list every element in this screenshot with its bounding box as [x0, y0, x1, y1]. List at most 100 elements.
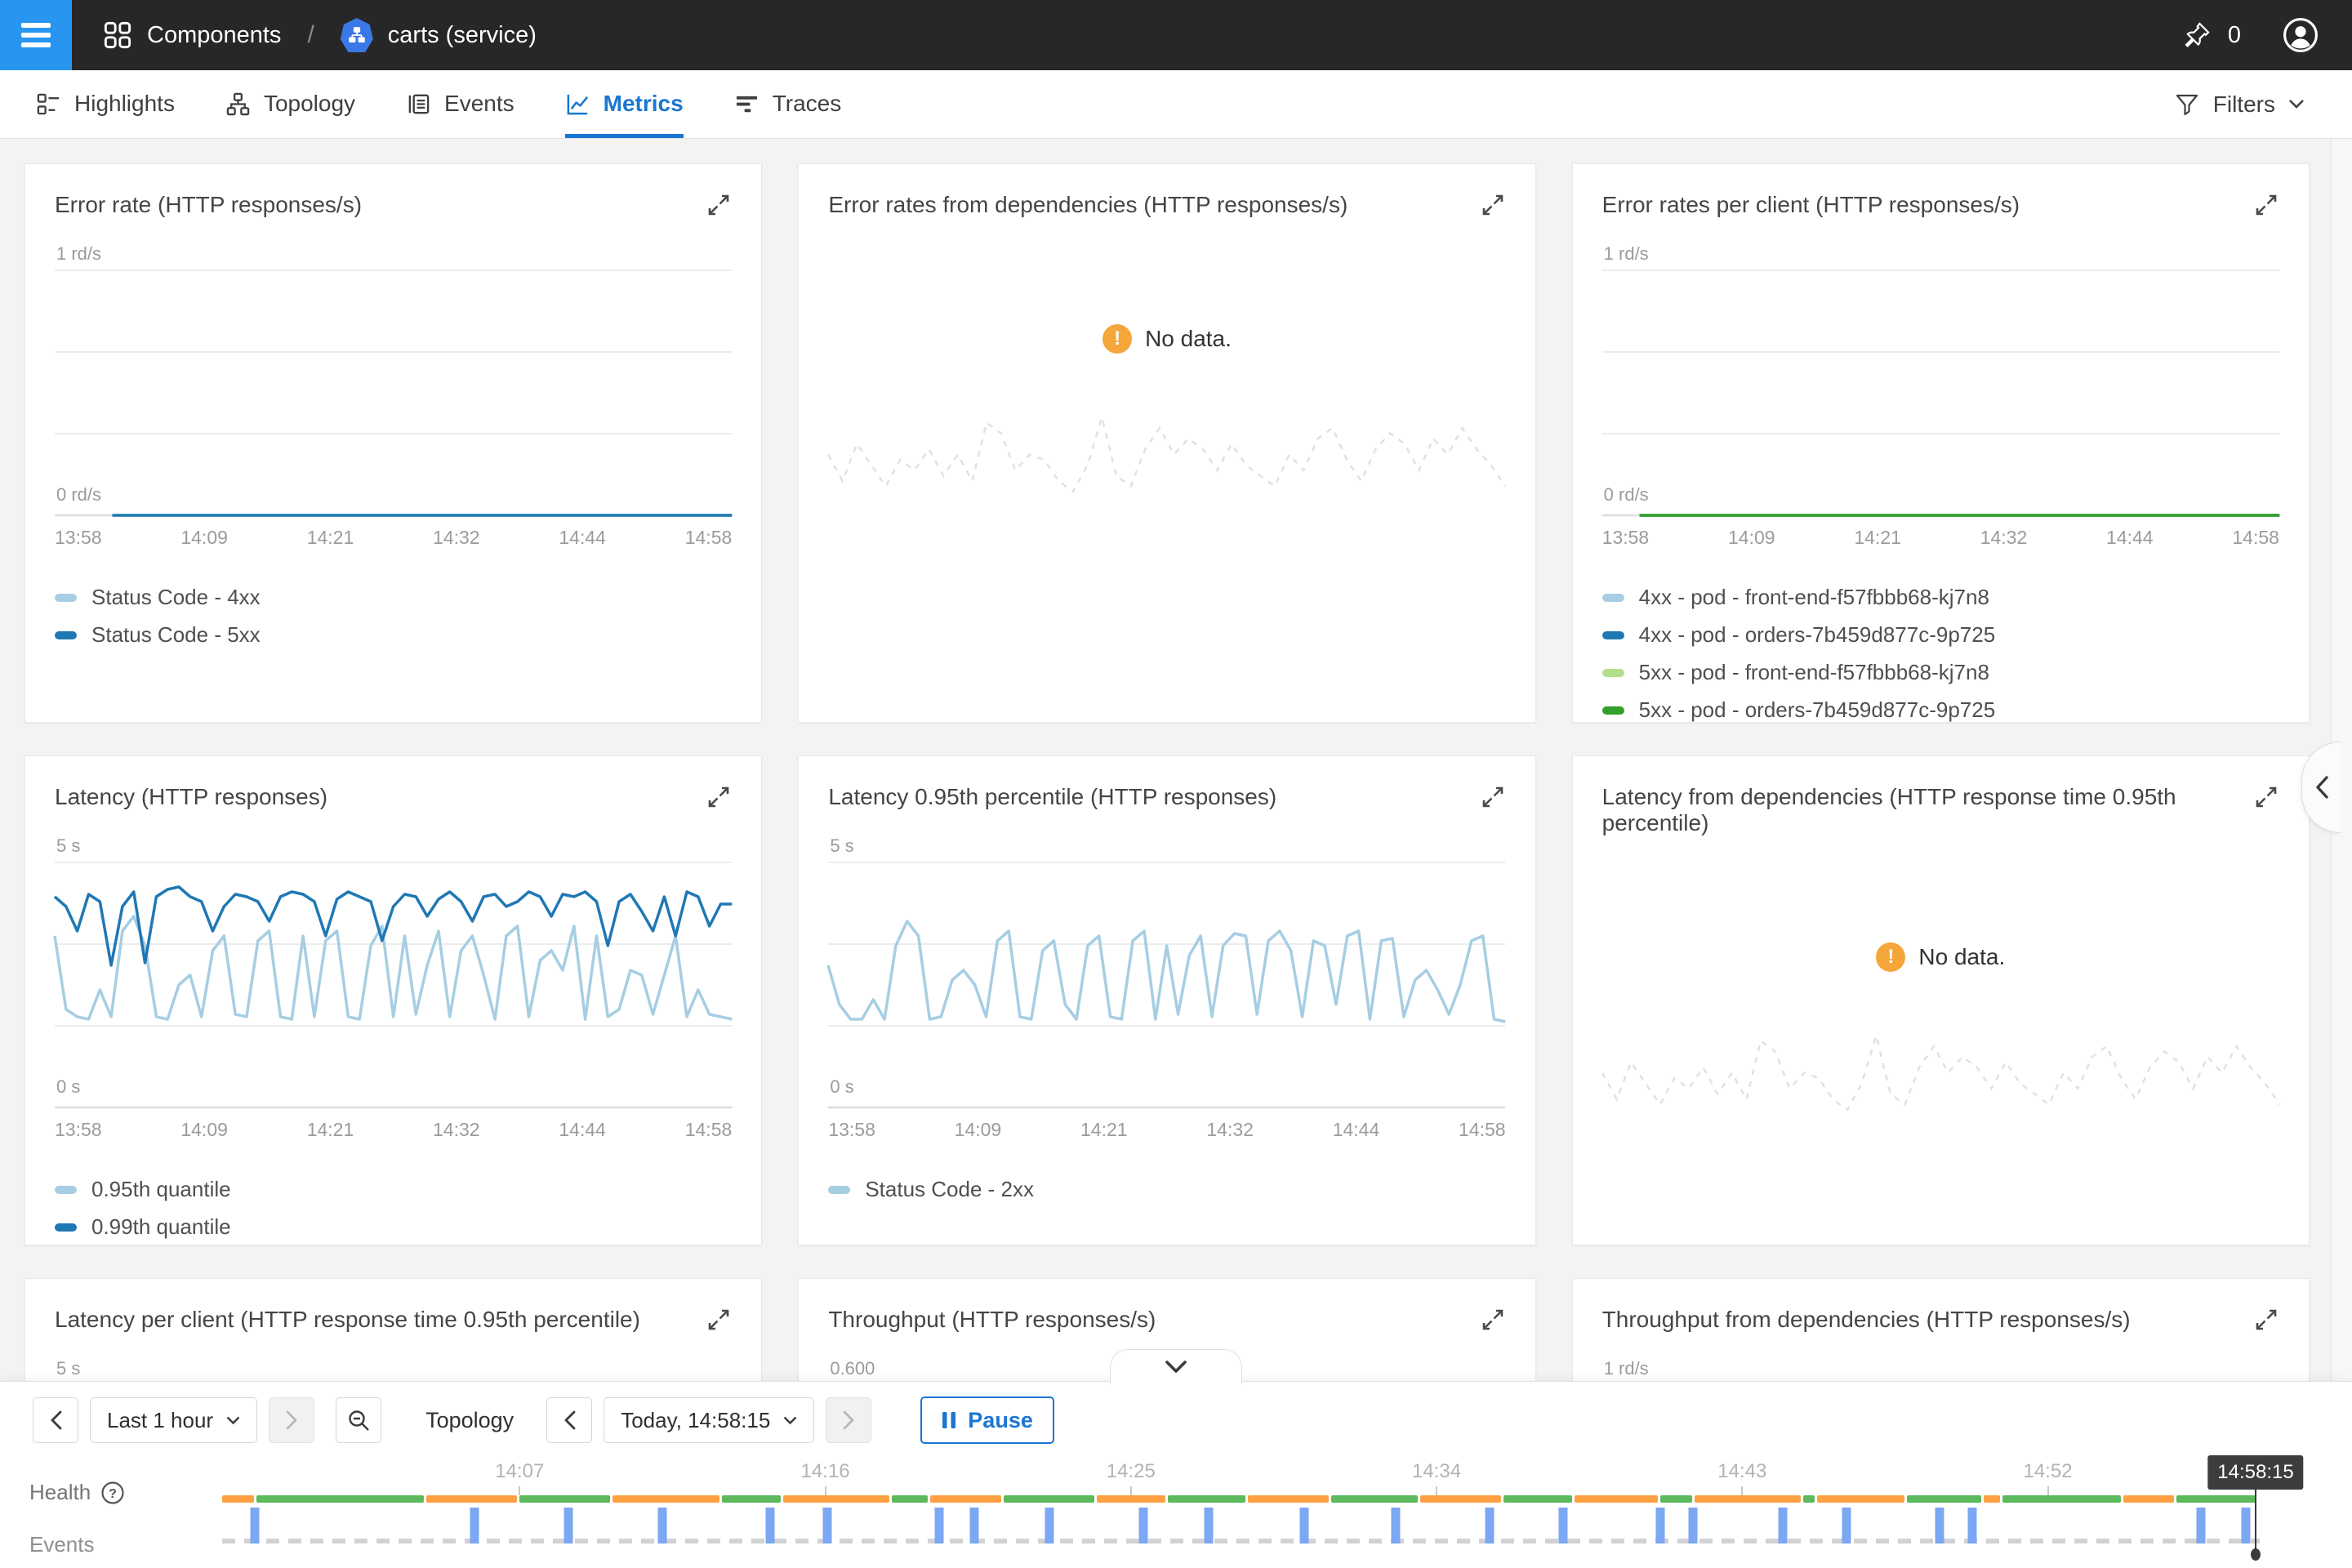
chart-plot[interactable]	[1602, 270, 2279, 515]
event-marker[interactable]	[470, 1508, 479, 1544]
tab-highlights[interactable]: Highlights	[36, 70, 175, 138]
tab-topology[interactable]: Topology	[225, 70, 355, 138]
event-marker[interactable]	[766, 1508, 775, 1544]
expand-chart-button[interactable]	[706, 784, 732, 810]
health-segment[interactable]	[1168, 1495, 1245, 1503]
expand-chart-button[interactable]	[1480, 1307, 1506, 1333]
expand-chart-button[interactable]	[1480, 192, 1506, 218]
event-marker[interactable]	[1779, 1508, 1788, 1544]
event-marker[interactable]	[1558, 1508, 1567, 1544]
timestamp-back-button[interactable]	[546, 1397, 592, 1443]
timeline-tick-label: 14:43	[1717, 1460, 1766, 1483]
time-range-dropdown[interactable]: Last 1 hour	[90, 1397, 257, 1443]
x-tick-label: 14:58	[685, 1119, 733, 1141]
legend-item[interactable]: 5xx - pod - orders-7b459d877c-9p725	[1602, 697, 2279, 723]
health-segment[interactable]	[722, 1495, 781, 1503]
health-segment[interactable]	[892, 1495, 927, 1503]
expand-timeline-button[interactable]	[1110, 1349, 1242, 1384]
event-marker[interactable]	[1656, 1508, 1665, 1544]
health-segment[interactable]	[1660, 1495, 1692, 1503]
event-marker[interactable]	[2241, 1508, 2250, 1544]
pause-button[interactable]: Pause	[920, 1396, 1054, 1444]
hamburger-menu-button[interactable]	[0, 0, 72, 70]
event-marker[interactable]	[1842, 1508, 1851, 1544]
event-marker[interactable]	[1968, 1508, 1977, 1544]
chart-title: Throughput (HTTP responses/s)	[828, 1307, 1156, 1333]
timeline-track[interactable]: 14:58:15 14:0714:1614:2514:3414:4314:52	[222, 1452, 2260, 1568]
health-segment[interactable]	[1907, 1495, 1982, 1503]
event-marker[interactable]	[250, 1508, 259, 1544]
event-marker[interactable]	[1392, 1508, 1401, 1544]
x-tick-label: 14:21	[307, 527, 354, 549]
event-marker[interactable]	[1138, 1508, 1147, 1544]
event-marker[interactable]	[1936, 1508, 1944, 1544]
health-segment[interactable]	[1575, 1495, 1657, 1503]
health-segment[interactable]	[519, 1495, 610, 1503]
legend-item[interactable]: 4xx - pod - front-end-f57fbbb68-kj7n8	[1602, 585, 2279, 610]
health-segment[interactable]	[783, 1495, 889, 1503]
event-marker[interactable]	[935, 1508, 944, 1544]
health-segment[interactable]	[1248, 1495, 1329, 1503]
tab-traces[interactable]: Traces	[734, 70, 842, 138]
expand-chart-button[interactable]	[1480, 784, 1506, 810]
event-marker[interactable]	[969, 1508, 978, 1544]
health-segment[interactable]	[222, 1495, 254, 1503]
x-tick-label: 14:32	[433, 1119, 480, 1141]
health-segment[interactable]	[2123, 1495, 2175, 1503]
expand-chart-button[interactable]	[2253, 784, 2279, 810]
event-marker[interactable]	[1299, 1508, 1308, 1544]
expand-chart-button[interactable]	[706, 192, 732, 218]
chart-plot[interactable]	[828, 862, 1505, 1107]
timestamp-dropdown[interactable]: Today, 14:58:15	[604, 1397, 814, 1443]
expand-chart-button[interactable]	[706, 1307, 732, 1333]
event-marker[interactable]	[2196, 1508, 2205, 1544]
health-segment[interactable]	[930, 1495, 1001, 1503]
legend-item[interactable]: 0.95th quantile	[55, 1177, 732, 1202]
health-segment[interactable]	[612, 1495, 719, 1503]
user-avatar-icon[interactable]	[2282, 16, 2319, 54]
health-segment[interactable]	[1984, 1495, 1999, 1503]
range-back-button[interactable]	[33, 1397, 78, 1443]
event-marker[interactable]	[564, 1508, 573, 1544]
tab-events[interactable]: Events	[406, 70, 514, 138]
playhead-dot[interactable]	[2251, 1548, 2261, 1561]
event-marker[interactable]	[1485, 1508, 1494, 1544]
health-segment[interactable]	[426, 1495, 517, 1503]
legend-item[interactable]: Status Code - 4xx	[55, 585, 732, 610]
breadcrumb-current[interactable]: carts (service)	[388, 22, 537, 49]
health-segment[interactable]	[1817, 1495, 1904, 1503]
health-segment[interactable]	[1803, 1495, 1815, 1503]
expand-chart-button[interactable]	[2253, 192, 2279, 218]
health-segment[interactable]	[1503, 1495, 1573, 1503]
event-marker[interactable]	[1689, 1508, 1698, 1544]
legend-item[interactable]: 5xx - pod - front-end-f57fbbb68-kj7n8	[1602, 660, 2279, 685]
health-segment[interactable]	[1097, 1495, 1166, 1503]
filters-button[interactable]: Filters	[2174, 70, 2352, 138]
health-segment[interactable]	[1331, 1495, 1418, 1503]
health-segment[interactable]	[2176, 1495, 2256, 1503]
breadcrumb-root[interactable]: Components	[147, 22, 281, 49]
legend-item[interactable]: 0.99th quantile	[55, 1214, 732, 1240]
legend-item[interactable]: Status Code - 5xx	[55, 622, 732, 648]
event-marker[interactable]	[1045, 1508, 1054, 1544]
chart-plot[interactable]	[55, 270, 732, 515]
playhead-line[interactable]	[2255, 1486, 2256, 1550]
tab-label: Events	[444, 91, 514, 117]
chart-plot[interactable]	[55, 862, 732, 1107]
event-marker[interactable]	[657, 1508, 666, 1544]
pushpin-icon[interactable]	[2182, 20, 2212, 50]
tab-metrics[interactable]: Metrics	[565, 70, 684, 138]
help-icon[interactable]: ?	[100, 1481, 125, 1505]
health-segment[interactable]	[1695, 1495, 1801, 1503]
health-segment[interactable]	[1420, 1495, 1501, 1503]
health-segment[interactable]	[256, 1495, 424, 1503]
event-marker[interactable]	[823, 1508, 832, 1544]
legend-item[interactable]: 4xx - pod - orders-7b459d877c-9p725	[1602, 622, 2279, 648]
legend-swatch	[55, 631, 77, 639]
health-segment[interactable]	[2002, 1495, 2121, 1503]
health-segment[interactable]	[1004, 1495, 1094, 1503]
event-marker[interactable]	[1204, 1508, 1213, 1544]
legend-item[interactable]: Status Code - 2xx	[828, 1177, 1505, 1202]
zoom-out-button[interactable]	[336, 1397, 381, 1443]
expand-chart-button[interactable]	[2253, 1307, 2279, 1333]
